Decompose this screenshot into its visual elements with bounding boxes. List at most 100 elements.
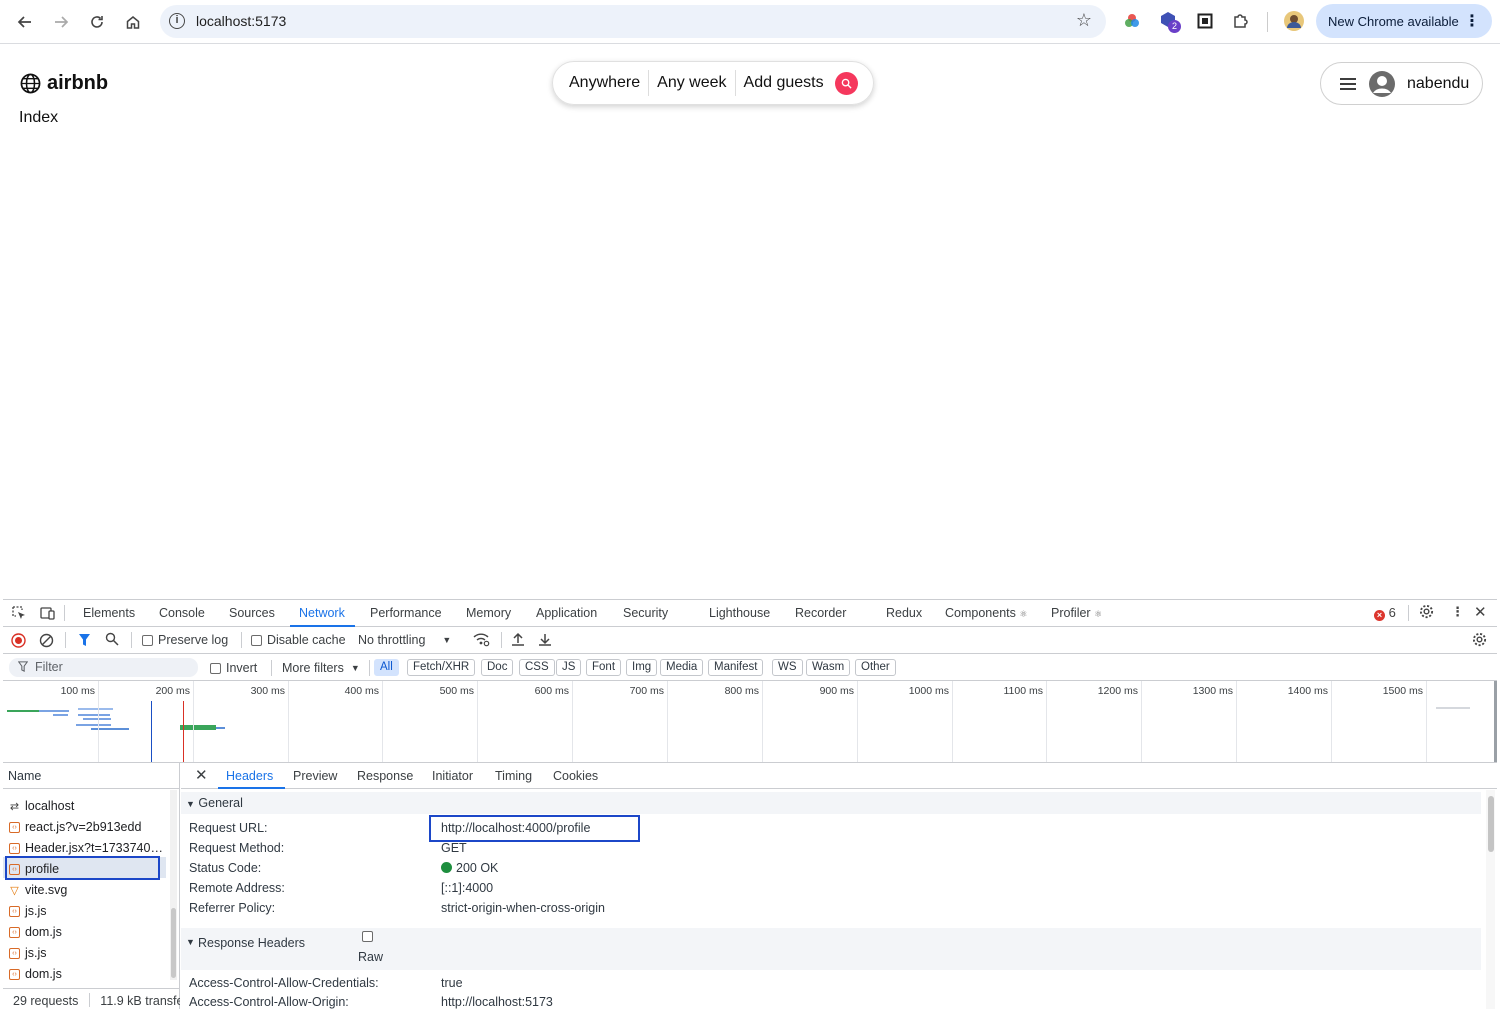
- site-info-icon[interactable]: i: [169, 13, 185, 29]
- tab-sources[interactable]: Sources: [229, 606, 275, 620]
- tab-response[interactable]: Response: [357, 769, 413, 783]
- request-row[interactable]: ▽ vite.svg: [3, 878, 166, 899]
- tab-initiator[interactable]: Initiator: [432, 769, 473, 783]
- address-url[interactable]: localhost:5173: [196, 13, 286, 29]
- reader-extension-icon[interactable]: [1194, 10, 1216, 32]
- address-bar[interactable]: i localhost:5173 ☆: [160, 5, 1106, 38]
- throttling-select[interactable]: No throttling ▼: [358, 633, 451, 647]
- more-filters-dropdown[interactable]: More filters ▼: [282, 661, 360, 675]
- search-icon[interactable]: [105, 632, 119, 649]
- invert-checkbox[interactable]: Invert: [210, 661, 257, 675]
- back-arrow-icon[interactable]: [11, 8, 39, 36]
- more-options-icon[interactable]: ⋮: [1451, 604, 1464, 620]
- tab-timing[interactable]: Timing: [495, 769, 532, 783]
- request-row[interactable]: ‹› Header.jsx?t=1733740…: [3, 836, 166, 857]
- network-conditions-icon[interactable]: [473, 632, 490, 650]
- close-detail-icon[interactable]: ✕: [195, 766, 208, 784]
- filter-input[interactable]: Filter: [9, 658, 198, 677]
- settings-gear-icon[interactable]: [1419, 604, 1434, 622]
- record-stop-icon[interactable]: [11, 633, 26, 651]
- tab-headers[interactable]: Headers: [226, 769, 273, 783]
- filter-chip-manifest[interactable]: Manifest: [708, 659, 764, 676]
- clear-log-icon[interactable]: [39, 633, 54, 651]
- filter-chip-css[interactable]: CSS: [519, 659, 555, 676]
- response-headers-section-header[interactable]: ▼ Response Headers Raw: [181, 928, 1481, 970]
- tab-profiler[interactable]: Profiler ⚛: [1051, 606, 1102, 620]
- tab-memory[interactable]: Memory: [466, 606, 511, 620]
- tab-elements[interactable]: Elements: [83, 606, 135, 620]
- tab-application[interactable]: Application: [536, 606, 597, 620]
- timeline-resize-handle[interactable]: [1494, 681, 1497, 762]
- network-overview-timeline[interactable]: 100 ms 200 ms 300 ms 400 ms 500 ms 600 ms 700 …: [3, 681, 1497, 763]
- scrollbar-thumb[interactable]: [1488, 796, 1494, 852]
- remote-address-value: [::1]:4000: [441, 881, 494, 895]
- tab-cookies[interactable]: Cookies: [553, 769, 598, 783]
- chrome-menu-icon[interactable]: ⋮: [1464, 11, 1480, 31]
- detail-scrollbar[interactable]: [1486, 790, 1495, 1009]
- script-icon: ‹›: [9, 968, 20, 980]
- filter-chip-other[interactable]: Other: [855, 659, 896, 676]
- extension-badge-count: 2: [1168, 20, 1181, 33]
- bookmark-star-icon[interactable]: ☆: [1076, 10, 1092, 31]
- general-section-header[interactable]: ▼ General: [181, 792, 1481, 814]
- raw-checkbox[interactable]: [362, 931, 373, 942]
- filter-chip-js[interactable]: JS: [556, 659, 582, 676]
- filter-chip-media[interactable]: Media: [660, 659, 704, 676]
- name-column-header[interactable]: Name: [3, 763, 179, 789]
- extension-badge-icon[interactable]: 2: [1158, 10, 1181, 33]
- device-toolbar-icon[interactable]: [40, 606, 56, 624]
- image-icon: ▽: [10, 884, 19, 897]
- export-har-icon[interactable]: [538, 632, 552, 650]
- tab-preview[interactable]: Preview: [293, 769, 337, 783]
- tab-performance[interactable]: Performance: [370, 606, 442, 620]
- forward-arrow-icon[interactable]: [47, 8, 75, 36]
- reload-icon[interactable]: [83, 8, 111, 36]
- inspect-element-icon[interactable]: [12, 606, 27, 624]
- error-counter[interactable]: × 6: [1374, 605, 1396, 621]
- airbnb-logo[interactable]: airbnb: [20, 72, 108, 95]
- request-row[interactable]: ⇄ localhost: [3, 794, 166, 815]
- tab-components[interactable]: Components ⚛: [945, 606, 1027, 620]
- tab-recorder[interactable]: Recorder: [795, 606, 846, 620]
- request-row[interactable]: ‹› js.js: [3, 941, 166, 962]
- any-week-option[interactable]: Any week: [649, 70, 734, 96]
- user-menu-button[interactable]: nabendu: [1320, 62, 1483, 105]
- scrollbar-thumb[interactable]: [171, 908, 176, 978]
- close-devtools-icon[interactable]: ✕: [1474, 603, 1487, 621]
- profile-avatar-icon[interactable]: [1283, 10, 1305, 32]
- tab-lighthouse[interactable]: Lighthouse: [709, 606, 770, 620]
- preserve-log-checkbox[interactable]: Preserve log: [142, 633, 228, 647]
- filter-funnel-icon[interactable]: [78, 633, 91, 650]
- request-row[interactable]: ‹› js.js: [3, 899, 166, 920]
- search-button[interactable]: [834, 71, 858, 95]
- color-extension-icon[interactable]: [1121, 10, 1143, 32]
- filter-chip-fetch-xhr[interactable]: Fetch/XHR: [407, 659, 476, 676]
- checkbox[interactable]: [210, 662, 221, 674]
- search-bar[interactable]: Anywhere Any week Add guests: [552, 61, 874, 105]
- import-har-icon[interactable]: [511, 632, 525, 650]
- tab-console[interactable]: Console: [159, 606, 205, 620]
- tab-security[interactable]: Security: [623, 606, 668, 620]
- extensions-puzzle-icon[interactable]: [1230, 10, 1252, 32]
- tab-redux[interactable]: Redux: [886, 606, 922, 620]
- checkbox[interactable]: [251, 634, 262, 646]
- disable-cache-checkbox[interactable]: Disable cache: [251, 633, 346, 647]
- disable-cache-label: Disable cache: [267, 633, 346, 647]
- new-chrome-button[interactable]: New Chrome available ⋮: [1316, 4, 1492, 38]
- filter-chip-all[interactable]: All: [374, 659, 399, 676]
- add-guests-option[interactable]: Add guests: [736, 70, 832, 96]
- network-settings-gear-icon[interactable]: [1472, 632, 1487, 650]
- filter-chip-wasm[interactable]: Wasm: [806, 659, 851, 676]
- request-list-scrollbar[interactable]: [170, 790, 177, 980]
- tab-network[interactable]: Network: [299, 606, 345, 620]
- anywhere-option[interactable]: Anywhere: [569, 70, 648, 96]
- filter-chip-doc[interactable]: Doc: [481, 659, 514, 676]
- request-row[interactable]: ‹› dom.js: [3, 962, 166, 983]
- request-row[interactable]: ‹› dom.js: [3, 920, 166, 941]
- filter-chip-ws[interactable]: WS: [772, 659, 803, 676]
- request-row[interactable]: ‹› react.js?v=2b913edd: [3, 815, 166, 836]
- checkbox[interactable]: [142, 634, 153, 646]
- home-icon[interactable]: [119, 8, 147, 36]
- filter-chip-font[interactable]: Font: [586, 659, 622, 676]
- filter-chip-img[interactable]: Img: [626, 659, 658, 676]
